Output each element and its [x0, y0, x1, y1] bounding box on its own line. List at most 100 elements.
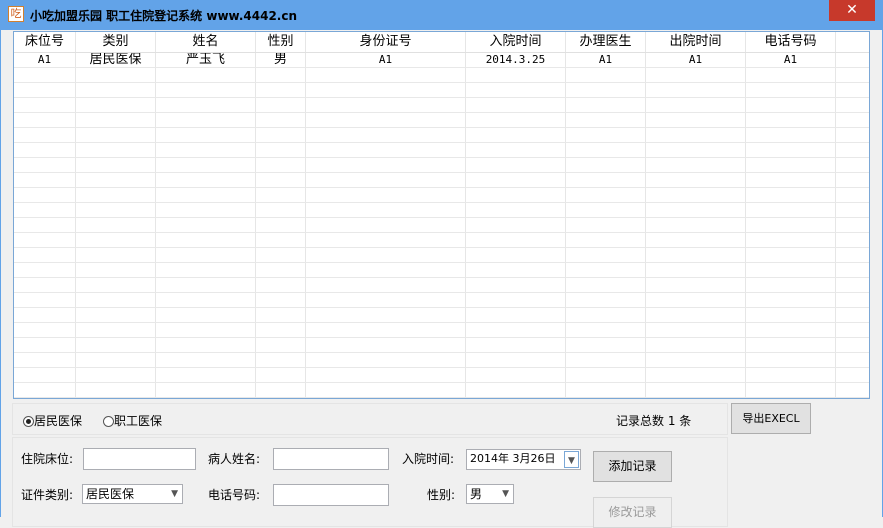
empty-cell: [566, 263, 646, 277]
table-row[interactable]: [14, 203, 869, 218]
empty-cell: [466, 323, 566, 337]
table-row[interactable]: [14, 293, 869, 308]
empty-cell: [836, 203, 869, 217]
empty-cell: [566, 188, 646, 202]
empty-cell: [14, 98, 76, 112]
table-row[interactable]: A1 居民医保 严玉飞男 A1 2014.3.25 A1 A1 A1: [14, 53, 869, 68]
column-header: 姓名: [156, 32, 256, 52]
records-table[interactable]: 床位号 类别 姓名 性别 身份证号 入院时间 办理医生 出院时间 电话号码 A1 居民医保 严玉飞男 A…: [13, 31, 870, 399]
empty-cell: [156, 383, 256, 397]
empty-cell: [466, 308, 566, 322]
empty-cell: [746, 293, 836, 307]
empty-cell: [466, 353, 566, 367]
empty-cell: [566, 278, 646, 292]
name-label: 病人姓名:: [208, 452, 261, 466]
phone-input[interactable]: [273, 484, 389, 506]
empty-cell: [76, 98, 156, 112]
column-header: 床位号: [14, 32, 76, 52]
bed-label: 住院床位:: [21, 452, 74, 466]
empty-cell: [836, 248, 869, 262]
table-row[interactable]: [14, 233, 869, 248]
empty-cell: [746, 383, 836, 397]
gender-select[interactable]: 男 ▼: [466, 484, 514, 504]
table-row[interactable]: [14, 338, 869, 353]
empty-cell: [306, 278, 466, 292]
empty-cell: [466, 188, 566, 202]
table-row[interactable]: [14, 68, 869, 83]
empty-cell: [306, 83, 466, 97]
empty-cell: [14, 308, 76, 322]
table-header[interactable]: 床位号 类别 姓名 性别 身份证号 入院时间 办理医生 出院时间 电话号码: [14, 32, 869, 53]
empty-cell: [256, 308, 306, 322]
table-row[interactable]: [14, 113, 869, 128]
empty-cell: [836, 188, 869, 202]
table-row[interactable]: [14, 128, 869, 143]
close-button[interactable]: ✕: [829, 0, 875, 21]
table-row[interactable]: [14, 278, 869, 293]
radio-employee-insurance[interactable]: 职工医保: [103, 412, 162, 429]
empty-cell: [14, 113, 76, 127]
empty-cell: [256, 128, 306, 142]
table-row[interactable]: [14, 83, 869, 98]
admit-date-picker[interactable]: 2014年 3月26日 ▼: [466, 449, 581, 470]
empty-cell: [836, 83, 869, 97]
edit-record-button[interactable]: 修改记录: [593, 497, 672, 528]
empty-cell: [14, 83, 76, 97]
table-row[interactable]: [14, 248, 869, 263]
table-row[interactable]: [14, 143, 869, 158]
empty-cell: [466, 293, 566, 307]
table-row[interactable]: [14, 158, 869, 173]
empty-cell: [256, 173, 306, 187]
column-header: 类别: [76, 32, 156, 52]
table-row[interactable]: [14, 323, 869, 338]
empty-cell: [76, 383, 156, 397]
empty-cell: [156, 278, 256, 292]
table-row[interactable]: [14, 173, 869, 188]
table-row[interactable]: [14, 263, 869, 278]
empty-cell: [746, 113, 836, 127]
empty-cell: [306, 338, 466, 352]
empty-cell: [466, 68, 566, 82]
empty-cell: [836, 98, 869, 112]
empty-cell: [646, 143, 746, 157]
table-row[interactable]: [14, 218, 869, 233]
empty-cell: [76, 323, 156, 337]
empty-cell: [156, 293, 256, 307]
table-row[interactable]: [14, 353, 869, 368]
empty-cell: [646, 158, 746, 172]
empty-cell: [646, 338, 746, 352]
empty-cell: [836, 158, 869, 172]
patient-name-input[interactable]: [273, 448, 389, 470]
chevron-down-icon[interactable]: ▼: [564, 451, 579, 468]
add-record-button[interactable]: 添加记录: [593, 451, 672, 482]
empty-cell: [306, 353, 466, 367]
empty-cell: [14, 353, 76, 367]
empty-cell: [466, 338, 566, 352]
empty-cell: [836, 218, 869, 232]
empty-cell: [306, 323, 466, 337]
empty-cell: [836, 128, 869, 142]
empty-cell: [156, 233, 256, 247]
table-row[interactable]: [14, 383, 869, 398]
empty-cell: [306, 263, 466, 277]
empty-cell: [566, 218, 646, 232]
table-cell: A1: [14, 53, 76, 67]
bed-input[interactable]: [83, 448, 196, 470]
empty-cell: [646, 323, 746, 337]
empty-cell: [746, 263, 836, 277]
radio-checked-icon: [23, 416, 34, 427]
empty-cell: [256, 338, 306, 352]
table-row[interactable]: [14, 368, 869, 383]
table-cell: A1: [566, 53, 646, 67]
empty-cell: [746, 203, 836, 217]
radio-resident-insurance[interactable]: 居民医保: [23, 412, 82, 429]
id-type-select[interactable]: 居民医保 ▼: [82, 484, 183, 504]
empty-cell: [256, 248, 306, 262]
empty-cell: [14, 233, 76, 247]
table-row[interactable]: [14, 308, 869, 323]
table-row[interactable]: [14, 188, 869, 203]
export-excel-button[interactable]: 导出EXECL: [731, 403, 811, 434]
table-row[interactable]: [14, 98, 869, 113]
empty-cell: [76, 263, 156, 277]
empty-cell: [466, 368, 566, 382]
